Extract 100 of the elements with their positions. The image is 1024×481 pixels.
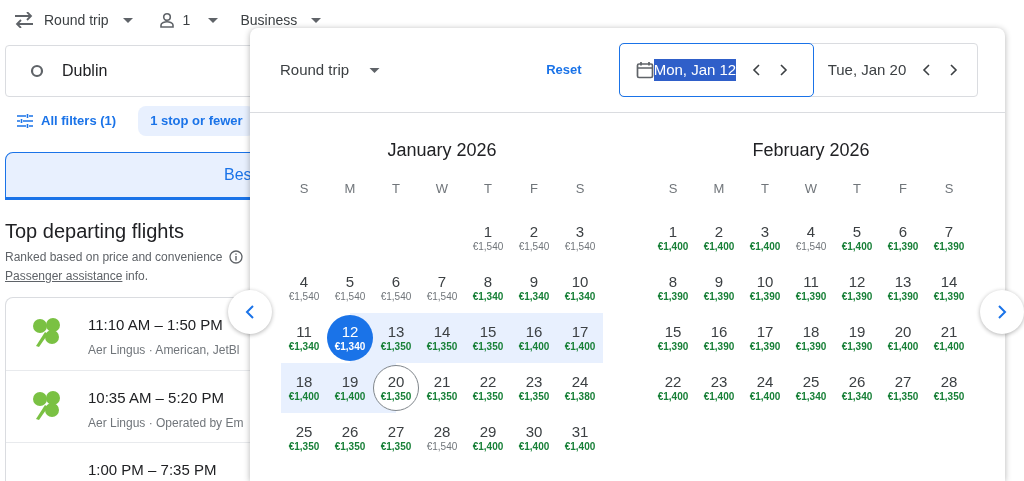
- calendar-day[interactable]: 23 €1,400: [696, 364, 742, 411]
- calendar-day[interactable]: 7 €1,540: [419, 264, 465, 311]
- weekday-label: F: [530, 180, 538, 198]
- flight-times: 10:35 AM – 5:20 PM: [88, 388, 225, 408]
- calendar-day[interactable]: 26 €1,350: [327, 414, 373, 461]
- calendar-day[interactable]: 8 €1,390: [650, 264, 696, 311]
- weekday-label: T: [853, 180, 861, 198]
- weekday-label: F: [899, 180, 907, 198]
- weekday-label: W: [435, 180, 449, 198]
- calendar-day[interactable]: 6 €1,540: [373, 264, 419, 311]
- calendar-day[interactable]: 19 €1,400: [327, 364, 373, 411]
- caret-icon: [369, 67, 381, 73]
- calendar-day[interactable]: 11 €1,340: [281, 314, 327, 361]
- calendar-day[interactable]: 13 €1,390: [880, 264, 926, 311]
- weekday-label: S: [575, 180, 585, 198]
- calendar-day[interactable]: 16 €1,390: [696, 314, 742, 361]
- calendar-day[interactable]: 10 €1,340: [557, 264, 603, 311]
- calendar-day[interactable]: 23 €1,350: [511, 364, 557, 411]
- calendar-day[interactable]: 1 €1,400: [650, 214, 696, 261]
- calendar-day[interactable]: 2 €1,400: [696, 214, 742, 261]
- filter-sliders-icon: [17, 114, 33, 128]
- calendar-day[interactable]: 26 €1,340: [834, 364, 880, 411]
- weekday-label: S: [944, 180, 954, 198]
- calendar-day[interactable]: 12 €1,340: [327, 314, 373, 361]
- calendar-day[interactable]: 31 €1,400: [557, 414, 603, 461]
- trip-type-dropdown[interactable]: Round trip: [280, 52, 381, 88]
- calendar-day[interactable]: 1 €1,540: [465, 214, 511, 261]
- calendar-day[interactable]: 27 €1,350: [880, 364, 926, 411]
- caret-icon: [311, 17, 322, 23]
- calendar-day[interactable]: 15 €1,350: [465, 314, 511, 361]
- passenger-assistance-link[interactable]: Passenger assistance: [5, 267, 123, 285]
- weekday-label: S: [299, 180, 309, 198]
- chevron-left-icon: [245, 304, 255, 320]
- calendar-day[interactable]: 14 €1,390: [926, 264, 972, 311]
- trip-type-dropdown[interactable]: Round trip: [40, 4, 147, 36]
- origin-circle-icon: [30, 64, 44, 78]
- calendar-day[interactable]: 22 €1,350: [465, 364, 511, 411]
- calendar-day[interactable]: 15 €1,390: [650, 314, 696, 361]
- calendar-day[interactable]: 24 €1,400: [742, 364, 788, 411]
- subtitle-text: Ranked based on price and convenience: [5, 249, 223, 266]
- person-icon: [158, 12, 175, 28]
- calendar-day[interactable]: 25 €1,350: [281, 414, 327, 461]
- all-filters-button[interactable]: All filters (1): [17, 106, 117, 136]
- weekday-label: W: [804, 180, 818, 198]
- calendar-day[interactable]: 11 €1,390: [788, 264, 834, 311]
- calendar-day[interactable]: 28 €1,540: [419, 414, 465, 461]
- calendar-day[interactable]: 21 €1,350: [419, 364, 465, 411]
- weekday-label: T: [392, 180, 400, 198]
- calendar-day[interactable]: 16 €1,400: [511, 314, 557, 361]
- caret-icon: [122, 17, 133, 23]
- weekday-label: S: [668, 180, 678, 198]
- calendar-day[interactable]: 17 €1,390: [742, 314, 788, 361]
- flight-times: 11:10 AM – 1:50 PM: [88, 315, 224, 335]
- calendar-day[interactable]: 7 €1,390: [926, 214, 972, 261]
- calendar-day[interactable]: 3 €1,540: [557, 214, 603, 261]
- calendar-day[interactable]: 25 €1,340: [788, 364, 834, 411]
- calendar-day[interactable]: 18 €1,400: [281, 364, 327, 411]
- chevron-right-icon: [997, 304, 1007, 320]
- calendar-day[interactable]: 12 €1,390: [834, 264, 880, 311]
- calendar-day[interactable]: 8 €1,340: [465, 264, 511, 311]
- calendar-day[interactable]: 29 €1,400: [465, 414, 511, 461]
- calendar-day[interactable]: 28 €1,350: [926, 364, 972, 411]
- calendar-day[interactable]: 21 €1,400: [926, 314, 972, 361]
- month-title: February 2026: [752, 139, 870, 162]
- calendar-day[interactable]: 24 €1,380: [557, 364, 603, 411]
- info-text: info.: [125, 268, 149, 285]
- weekday-label: M: [344, 180, 356, 198]
- weekday-label: T: [484, 180, 492, 198]
- weekday-label: M: [713, 180, 725, 198]
- calendar-day[interactable]: 13 €1,350: [373, 314, 419, 361]
- airline-text: Aer Lingus · American, JetBl: [88, 341, 240, 359]
- calendar-day[interactable]: 2 €1,540: [511, 214, 557, 261]
- cabin-class-dropdown[interactable]: Business: [240, 9, 322, 31]
- calendar-day[interactable]: 4 €1,540: [788, 214, 834, 261]
- calendar-day[interactable]: 18 €1,390: [788, 314, 834, 361]
- passengers-dropdown[interactable]: 1: [152, 4, 235, 36]
- calendar-day[interactable]: 3 €1,400: [742, 214, 788, 261]
- airline-text: Aer Lingus · Operated by Em: [88, 414, 244, 432]
- section-heading: Top departing flights: [5, 219, 184, 244]
- weekday-label: T: [761, 180, 769, 198]
- calendar-day[interactable]: 19 €1,390: [834, 314, 880, 361]
- caret-icon: [208, 17, 219, 23]
- calendar-day[interactable]: 9 €1,390: [696, 264, 742, 311]
- reset-button[interactable]: Reset: [546, 60, 582, 80]
- flight-times: 1:00 PM – 7:35 PM: [88, 460, 217, 480]
- calendar-day[interactable]: 17 €1,400: [557, 314, 603, 361]
- info-icon[interactable]: [228, 250, 243, 264]
- month-title: January 2026: [387, 139, 497, 162]
- calendar-day[interactable]: 22 €1,400: [650, 364, 696, 411]
- calendar-day[interactable]: 14 €1,350: [419, 314, 465, 361]
- calendar-day[interactable]: 5 €1,400: [834, 214, 880, 261]
- calendar-day[interactable]: 10 €1,390: [742, 264, 788, 311]
- calendar-day[interactable]: 5 €1,540: [327, 264, 373, 311]
- calendar-day[interactable]: 20 €1,400: [880, 314, 926, 361]
- calendar-day[interactable]: 27 €1,350: [373, 414, 419, 461]
- swap-arrows-icon: [14, 12, 34, 28]
- calendar-day[interactable]: 6 €1,390: [880, 214, 926, 261]
- calendar-day[interactable]: 4 €1,540: [281, 264, 327, 311]
- calendar-day[interactable]: 9 €1,340: [511, 264, 557, 311]
- calendar-day[interactable]: 30 €1,400: [511, 414, 557, 461]
